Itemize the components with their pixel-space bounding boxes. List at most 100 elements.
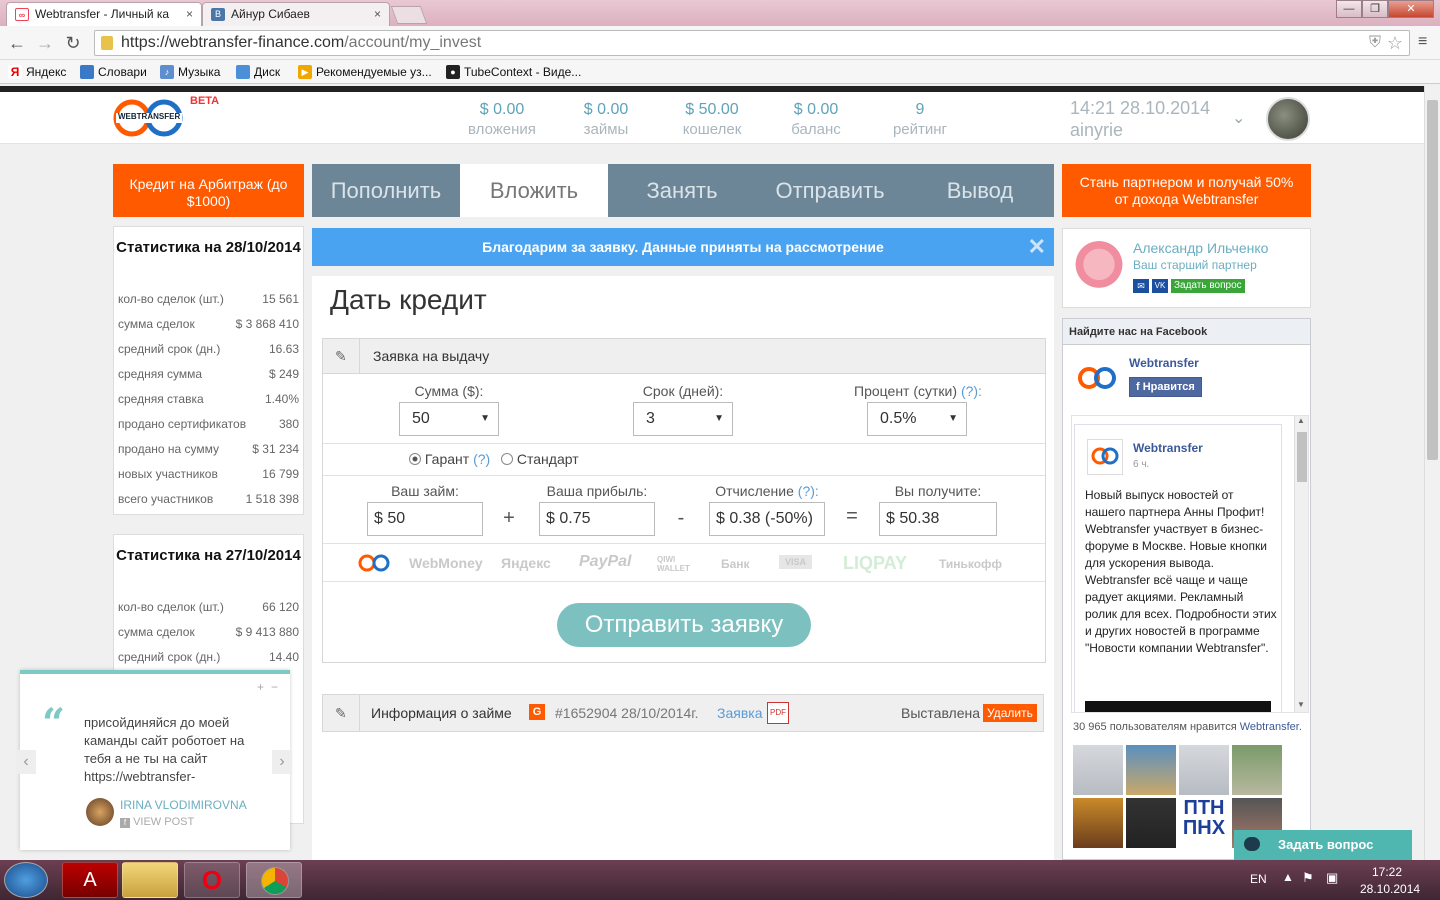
author-name[interactable]: IRINA VLODIMIROVNA bbox=[120, 798, 247, 812]
rate-help-link[interactable]: (?): bbox=[961, 383, 982, 399]
prev-arrow-icon[interactable]: ‹ bbox=[16, 750, 36, 774]
request-link[interactable]: Заявка bbox=[717, 695, 762, 731]
fee-input[interactable]: $ 0.38 (-50%) bbox=[709, 502, 825, 536]
term-select[interactable]: 3 ▼ bbox=[633, 402, 733, 436]
clock-time[interactable]: 17:22 bbox=[1372, 865, 1402, 879]
tab-vk[interactable]: B Айнур Сибаев × bbox=[202, 2, 390, 26]
chrome-taskbar-icon[interactable] bbox=[246, 862, 302, 898]
bookmark-music[interactable]: ♪ Музыка bbox=[160, 63, 220, 81]
scrollbar-thumb[interactable] bbox=[1297, 432, 1307, 482]
fb-like-button[interactable]: f Нравится bbox=[1129, 377, 1202, 397]
radio-standard[interactable]: Стандарт bbox=[501, 451, 579, 467]
mail-icon[interactable]: ✉ bbox=[1133, 279, 1149, 293]
webtransfer-logo[interactable]: WEBTRANSFER bbox=[112, 98, 186, 138]
pdf-icon[interactable]: PDF bbox=[767, 702, 789, 724]
minimize-button[interactable]: — bbox=[1336, 0, 1362, 18]
partner-promo-button[interactable]: Стань партнером и получай 50% от дохода … bbox=[1062, 164, 1311, 217]
tab-send[interactable]: Отправить bbox=[756, 164, 904, 217]
close-tab-icon[interactable]: × bbox=[374, 3, 381, 25]
tab-borrow[interactable]: Занять bbox=[608, 164, 756, 217]
bookmark-recommended[interactable]: ▶ Рекомендуемые уз... bbox=[298, 63, 432, 81]
stat-loans[interactable]: $ 0.00 займы bbox=[558, 100, 654, 140]
network-icon[interactable]: ▣ bbox=[1326, 870, 1338, 886]
stat-rating[interactable]: 9 рейтинг bbox=[872, 100, 968, 140]
vk-icon[interactable]: VK bbox=[1152, 279, 1168, 293]
close-icon[interactable]: ✕ bbox=[1028, 228, 1046, 266]
clock-date[interactable]: 28.10.2014 bbox=[1360, 882, 1420, 896]
expand-icon[interactable]: + bbox=[257, 680, 264, 694]
fee-help-link[interactable]: (?): bbox=[798, 483, 819, 499]
opera-taskbar-icon[interactable]: O bbox=[184, 862, 240, 898]
shield-icon[interactable]: ⛨ bbox=[1369, 31, 1381, 55]
radio-guarant[interactable]: Гарант (?) bbox=[409, 451, 490, 467]
scrollbar-thumb[interactable] bbox=[1427, 100, 1438, 460]
menu-icon[interactable]: ≡ bbox=[1418, 32, 1434, 52]
post-author[interactable]: Webtransfer bbox=[1133, 441, 1203, 455]
language-indicator[interactable]: EN bbox=[1250, 872, 1267, 886]
tab-webtransfer[interactable]: ∞ Webtransfer - Личный ка × bbox=[6, 2, 202, 26]
submit-request-button[interactable]: Отправить заявку bbox=[557, 603, 811, 647]
back-arrow-icon[interactable]: ← bbox=[6, 32, 28, 54]
fb-page-name[interactable]: Webtransfer bbox=[1129, 356, 1199, 370]
loan-input[interactable]: $ 50 bbox=[367, 502, 483, 536]
delete-button[interactable]: Удалить bbox=[983, 704, 1037, 722]
beta-label: BETA bbox=[190, 95, 220, 107]
profit-input[interactable]: $ 0.75 bbox=[539, 502, 655, 536]
close-tab-icon[interactable]: × bbox=[186, 3, 193, 25]
fan-avatar[interactable] bbox=[1073, 745, 1123, 795]
header-username[interactable]: ainyrie bbox=[1070, 120, 1123, 141]
scrollbar-up-icon[interactable]: ▲ bbox=[1297, 416, 1305, 425]
stats-value: $ 9 413 880 bbox=[235, 625, 299, 639]
chevron-down-icon[interactable]: ⌄ bbox=[1232, 108, 1245, 128]
avatar[interactable] bbox=[1266, 97, 1310, 141]
fan-avatar[interactable] bbox=[1073, 798, 1123, 848]
fan-avatar[interactable] bbox=[1126, 798, 1176, 848]
fan-avatar[interactable] bbox=[1232, 745, 1282, 795]
new-tab-button[interactable] bbox=[390, 6, 428, 24]
reload-icon[interactable]: ↻ bbox=[62, 32, 84, 54]
partner-name[interactable]: Александр Ильченко bbox=[1133, 240, 1268, 256]
tab-invest[interactable]: Вложить bbox=[460, 164, 608, 217]
sum-select[interactable]: 50 ▼ bbox=[399, 402, 499, 436]
tab-deposit[interactable]: Пополнить bbox=[312, 164, 460, 217]
bookmark-tubecontext[interactable]: ● TubeContext - Виде... bbox=[446, 63, 581, 81]
start-button[interactable] bbox=[4, 862, 48, 898]
feed-scrollbar[interactable]: ▲ ▼ bbox=[1294, 416, 1308, 712]
rate-select[interactable]: 0.5% ▼ bbox=[867, 402, 967, 436]
stat-investments[interactable]: $ 0.00 вложения bbox=[454, 100, 550, 140]
receive-input[interactable]: $ 50.38 bbox=[879, 502, 997, 536]
support-chat-button[interactable]: Задать вопрос bbox=[1234, 830, 1412, 860]
close-window-button[interactable]: ✕ bbox=[1388, 0, 1434, 18]
guarant-help-link[interactable]: (?) bbox=[473, 451, 490, 467]
maximize-button[interactable]: ❐ bbox=[1362, 0, 1388, 18]
address-bar[interactable]: https://webtransfer-finance.com/account/… bbox=[94, 30, 1410, 56]
ask-question-button[interactable]: Задать вопрос bbox=[1171, 279, 1245, 293]
post-image[interactable] bbox=[1085, 701, 1271, 712]
acrobat-taskbar-icon[interactable]: A bbox=[62, 862, 118, 898]
tab-withdraw[interactable]: Вывод bbox=[906, 164, 1054, 217]
stat-balance[interactable]: $ 0.00 баланс bbox=[768, 100, 864, 140]
fb-page-logo[interactable] bbox=[1075, 361, 1119, 395]
fan-avatar[interactable]: ПТН ПНХ bbox=[1179, 798, 1229, 848]
page-scrollbar[interactable] bbox=[1424, 86, 1440, 860]
bookmark-star-icon[interactable]: ☆ bbox=[1387, 31, 1403, 55]
tray-arrow-icon[interactable]: ▲ bbox=[1282, 870, 1294, 884]
stat-wallet[interactable]: $ 50.00 кошелек bbox=[664, 100, 760, 140]
forward-arrow-icon[interactable]: → bbox=[34, 32, 56, 54]
likes-link[interactable]: Webtransfer. bbox=[1240, 721, 1302, 733]
next-arrow-icon[interactable]: › bbox=[272, 750, 292, 774]
fan-avatar[interactable] bbox=[1126, 745, 1176, 795]
arbitrage-credit-button[interactable]: Кредит на Арбитраж (до $1000) bbox=[113, 164, 304, 217]
explorer-taskbar-icon[interactable] bbox=[122, 862, 178, 898]
fan-avatar[interactable] bbox=[1179, 745, 1229, 795]
bookmark-disk[interactable]: Диск bbox=[236, 63, 280, 81]
flag-icon[interactable]: ⚑ bbox=[1302, 870, 1314, 886]
bookmark-slovari[interactable]: Словари bbox=[80, 63, 147, 81]
scrollbar-down-icon[interactable]: ▼ bbox=[1297, 700, 1305, 709]
bookmark-yandex[interactable]: Я Яндекс bbox=[8, 63, 66, 81]
partner-promo-label: Стань партнером и получай 50% от дохода … bbox=[1079, 174, 1294, 207]
view-post-link[interactable]: f VIEW POST bbox=[120, 816, 194, 828]
post-time: 6 ч. bbox=[1133, 459, 1150, 470]
bookmark-label: Словари bbox=[98, 65, 147, 79]
collapse-icon[interactable]: − bbox=[271, 680, 278, 694]
